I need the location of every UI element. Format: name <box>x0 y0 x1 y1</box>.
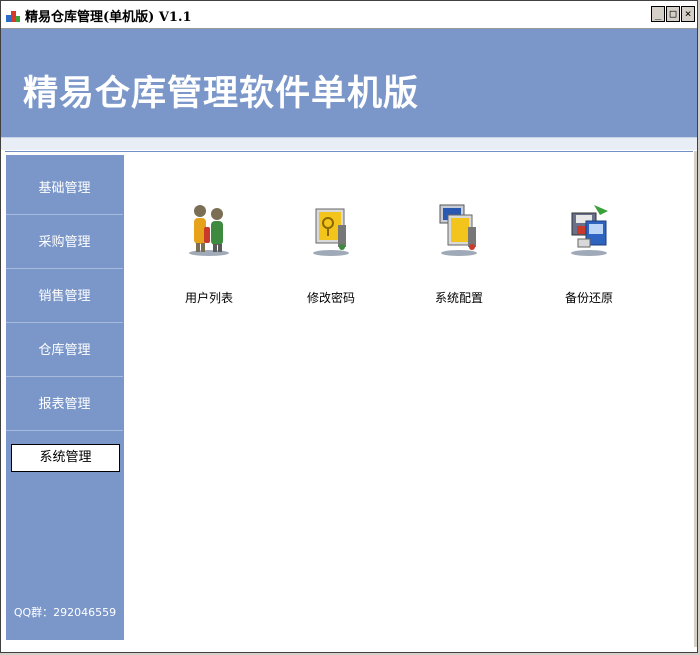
tile-change-password[interactable]: 修改密码 <box>291 201 371 311</box>
tile-label: 系统配置 <box>434 291 483 305</box>
sidebar-item-basic[interactable]: 基础管理 <box>6 163 123 215</box>
system-config-icon <box>439 204 477 256</box>
tile-label: 备份还原 <box>564 291 613 305</box>
close-button[interactable]: × <box>681 6 695 22</box>
tile-label: 修改密码 <box>306 291 355 305</box>
tile-label: 用户列表 <box>184 291 233 305</box>
window-title: 精易仓库管理(单机版) V1.1 <box>25 10 192 25</box>
banner-title: 精易仓库管理软件单机版 <box>23 73 420 114</box>
title-bar[interactable]: 精易仓库管理(单机版) V1.1 _ □ × <box>1 1 697 29</box>
minimize-button[interactable]: _ <box>651 6 665 22</box>
app-icon <box>6 11 20 22</box>
banner-divider <box>1 137 697 150</box>
tile-system-config[interactable]: 系统配置 <box>419 201 499 311</box>
change-password-icon <box>313 208 349 256</box>
app-window: 精易仓库管理(单机版) V1.1 _ □ × 精易仓库管理软件单机版 基础管理 … <box>0 0 698 653</box>
backup-restore-icon <box>571 205 608 256</box>
sidebar-item-reports[interactable]: 报表管理 <box>6 379 123 431</box>
sidebar-item-purchase[interactable]: 采购管理 <box>6 217 123 269</box>
users-icon <box>189 205 229 256</box>
sidebar-item-warehouse[interactable]: 仓库管理 <box>6 325 123 377</box>
sidebar-item-system[interactable]: 系统管理 <box>11 444 120 472</box>
frame-edge <box>694 151 697 647</box>
qq-group-text: QQ群：292046559 <box>13 606 117 619</box>
tile-backup-restore[interactable]: 备份还原 <box>549 201 629 311</box>
sidebar-item-sales[interactable]: 销售管理 <box>6 271 123 323</box>
maximize-button[interactable]: □ <box>666 6 680 22</box>
header-banner: 精易仓库管理软件单机版 <box>1 29 697 137</box>
tile-user-list[interactable]: 用户列表 <box>169 201 249 311</box>
